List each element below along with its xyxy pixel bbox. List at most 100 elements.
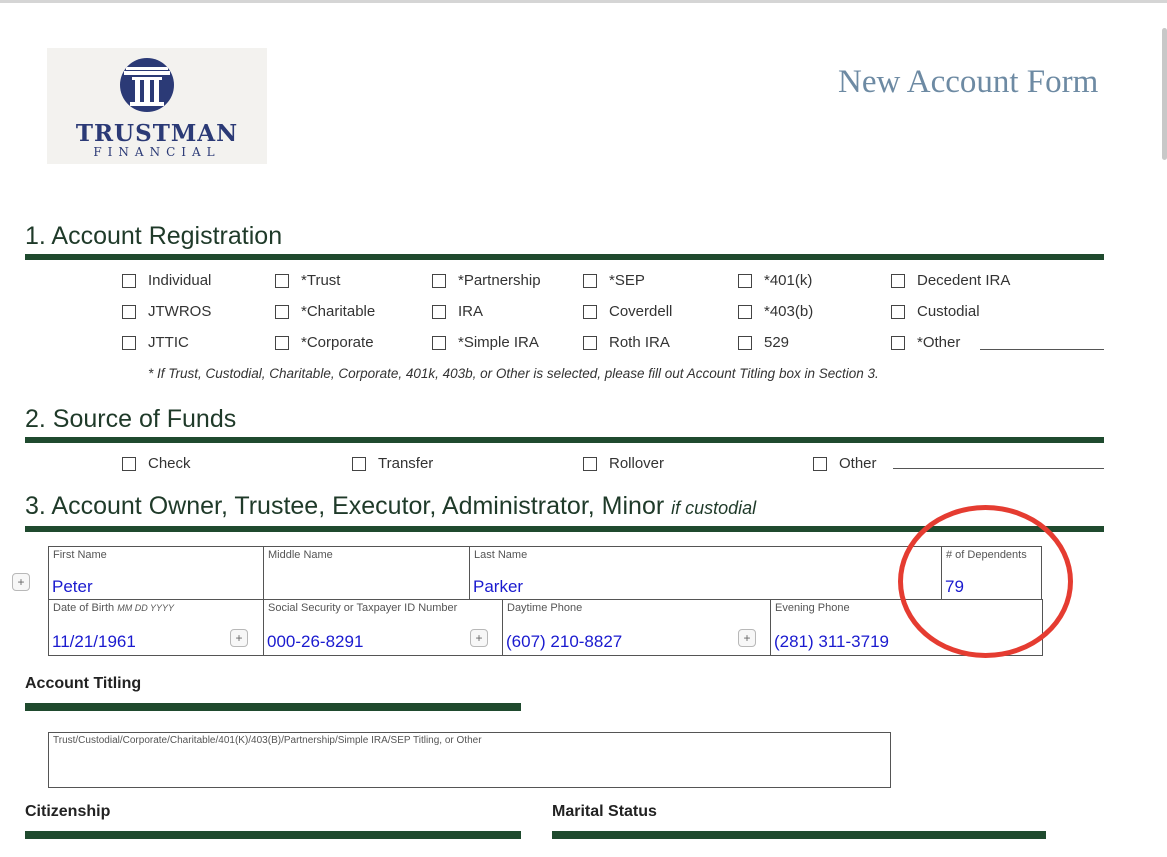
evening-phone-label: Evening Phone [775, 602, 850, 614]
source-of-funds-label: Other [839, 455, 877, 472]
registration-option-label: *SEP [609, 272, 645, 289]
registration-option-checkbox[interactable]: Decedent IRA [891, 272, 1010, 289]
dob-picker-button[interactable]: + [230, 629, 248, 647]
checkbox-icon[interactable] [738, 335, 752, 350]
registration-option-label: JTTIC [148, 334, 189, 351]
funds-other-specify-line [893, 468, 1104, 469]
checkbox-icon[interactable] [122, 335, 136, 350]
registration-option-checkbox[interactable]: *Trust [275, 272, 340, 289]
ssn-expand-button[interactable]: + [470, 629, 488, 647]
account-titling-label: Trust/Custodial/Corporate/Charitable/401… [53, 735, 482, 746]
checkbox-icon[interactable] [275, 335, 289, 350]
registration-option-checkbox[interactable]: Custodial [891, 303, 980, 320]
daytime-phone-label: Daytime Phone [507, 602, 583, 614]
registration-option-checkbox[interactable]: *Other [891, 334, 960, 351]
checkbox-icon[interactable] [813, 456, 827, 471]
registration-option-checkbox[interactable]: *Charitable [275, 303, 375, 320]
registration-option-checkbox[interactable]: Individual [122, 272, 211, 289]
checkbox-icon[interactable] [432, 273, 446, 288]
checkbox-icon[interactable] [583, 273, 597, 288]
registration-option-label: *403(b) [764, 303, 814, 320]
account-titling-field[interactable]: Trust/Custodial/Corporate/Charitable/401… [48, 732, 891, 788]
dob-label-text: Date of Birth [53, 602, 115, 614]
source-of-funds-label: Rollover [609, 455, 665, 472]
dob-value: 11/21/1961 [52, 632, 136, 651]
checkbox-icon[interactable] [122, 456, 136, 471]
checkbox-icon[interactable] [275, 304, 289, 319]
registration-option-label: *Partnership [458, 272, 541, 289]
scrollbar-thumb[interactable] [1162, 28, 1167, 160]
section-account-owner-title: 3. Account Owner, Trustee, Executor, Adm… [25, 492, 756, 521]
section-account-owner-title-text: 3. Account Owner, Trustee, Executor, Adm… [25, 492, 665, 520]
checkbox-icon[interactable] [891, 304, 905, 319]
checkbox-icon[interactable] [275, 273, 289, 288]
date-of-birth-field[interactable]: Date of Birth MM DD YYYY 11/21/1961 [48, 599, 265, 656]
dob-label-hint: MM DD YYYY [117, 603, 175, 613]
checkbox-icon[interactable] [583, 456, 597, 471]
registration-option-label: *Other [917, 334, 961, 351]
registration-option-label: Custodial [917, 303, 980, 320]
last-name-field[interactable]: Last Name Parker [469, 546, 943, 601]
registration-option-checkbox[interactable]: *Simple IRA [432, 334, 539, 351]
checkbox-icon[interactable] [122, 273, 136, 288]
registration-option-label: *401(k) [764, 272, 813, 289]
registration-option-label: IRA [458, 303, 484, 320]
citizenship-title: Citizenship [25, 803, 111, 820]
first-name-label: First Name [53, 549, 107, 561]
registration-option-checkbox[interactable]: *403(b) [738, 303, 813, 320]
citizenship-divider [25, 831, 521, 839]
checkbox-icon[interactable] [583, 335, 597, 350]
checkbox-icon[interactable] [122, 304, 136, 319]
checkbox-icon[interactable] [891, 273, 905, 288]
account-titling-divider [25, 703, 521, 711]
account-titling-title: Account Titling [25, 675, 142, 692]
checkbox-icon[interactable] [432, 335, 446, 350]
middle-name-label: Middle Name [268, 549, 333, 561]
checkbox-icon[interactable] [891, 335, 905, 350]
registration-option-checkbox[interactable]: Roth IRA [583, 334, 670, 351]
ssn-label: Social Security or Taxpayer ID Number [268, 602, 458, 614]
middle-name-field[interactable]: Middle Name [263, 546, 471, 601]
checkbox-icon[interactable] [738, 304, 752, 319]
source-of-funds-checkbox[interactable]: Rollover [583, 455, 664, 472]
source-of-funds-checkbox[interactable]: Check [122, 455, 191, 472]
ssn-field[interactable]: Social Security or Taxpayer ID Number 00… [263, 599, 504, 656]
registration-option-checkbox[interactable]: JTTIC [122, 334, 189, 351]
ssn-value: 000-26-8291 [267, 632, 364, 651]
section-source-of-funds-title: 2. Source of Funds [25, 405, 237, 433]
registration-option-label: *Corporate [301, 334, 374, 351]
form-title: New Account Form [838, 64, 1099, 100]
dob-label: Date of Birth MM DD YYYY [53, 602, 174, 614]
source-of-funds-label: Check [148, 455, 191, 472]
add-owner-button[interactable]: + [12, 573, 30, 591]
registration-option-checkbox[interactable]: 529 [738, 334, 789, 351]
section-divider [25, 254, 1104, 260]
first-name-field[interactable]: First Name Peter [48, 546, 265, 601]
marital-status-title: Marital Status [552, 803, 657, 820]
checkbox-icon[interactable] [738, 273, 752, 288]
daytime-phone-expand-button[interactable]: + [738, 629, 756, 647]
registration-option-checkbox[interactable]: *SEP [583, 272, 645, 289]
first-name-value: Peter [52, 577, 93, 596]
last-name-label: Last Name [474, 549, 528, 561]
registration-option-label: Roth IRA [609, 334, 670, 351]
registration-option-checkbox[interactable]: *Partnership [432, 272, 541, 289]
source-of-funds-checkbox[interactable]: Other [813, 455, 877, 472]
registration-option-checkbox[interactable]: IRA [432, 303, 483, 320]
checkbox-icon[interactable] [583, 304, 597, 319]
daytime-phone-field[interactable]: Daytime Phone (607) 210-8827 [502, 599, 772, 656]
checkbox-icon[interactable] [352, 456, 366, 471]
checkbox-icon[interactable] [432, 304, 446, 319]
registration-option-label: *Trust [301, 272, 341, 289]
registration-option-checkbox[interactable]: JTWROS [122, 303, 211, 320]
logo-brand-text: TRUSTMAN [75, 120, 239, 147]
annotation-circle [898, 505, 1073, 658]
section-divider [25, 437, 1104, 443]
registration-option-label: 529 [764, 334, 790, 351]
top-border [0, 0, 1167, 3]
source-of-funds-checkbox[interactable]: Transfer [352, 455, 433, 472]
registration-option-checkbox[interactable]: *Corporate [275, 334, 374, 351]
section-account-registration-title: 1. Account Registration [25, 222, 283, 250]
registration-option-checkbox[interactable]: Coverdell [583, 303, 672, 320]
registration-option-checkbox[interactable]: *401(k) [738, 272, 812, 289]
